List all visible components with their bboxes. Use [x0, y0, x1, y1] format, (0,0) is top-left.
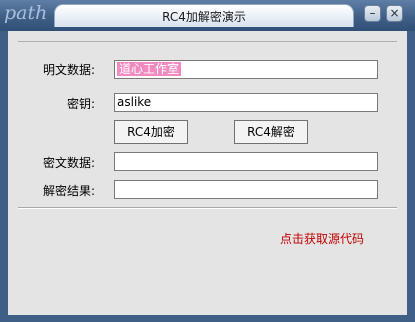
ciphertext-label: 密文数据: — [42, 156, 95, 170]
key-input[interactable]: aslike — [114, 93, 378, 112]
window-frame-bottom — [0, 315, 415, 322]
result-label: 解密结果: — [42, 184, 95, 198]
rc4-decrypt-button[interactable]: RC4解密 — [234, 120, 308, 144]
path-logo: path — [4, 2, 48, 24]
plaintext-label: 明文数据: — [42, 63, 95, 77]
title-tab: RC4加解密演示 — [54, 4, 354, 27]
plaintext-value: 道心工作室 — [117, 62, 182, 76]
app-window: path RC4加解密演示 – × 明文数据: 道心工作室 密钥: aslike… — [0, 0, 415, 322]
window-frame-left — [0, 31, 8, 322]
rc4-encrypt-button[interactable]: RC4加密 — [114, 120, 188, 144]
plaintext-input[interactable]: 道心工作室 — [114, 60, 378, 79]
get-source-link[interactable]: 点击获取源代码 — [280, 230, 364, 247]
key-value: aslike — [117, 95, 152, 109]
minimize-icon[interactable]: – — [364, 5, 381, 22]
close-icon[interactable]: × — [386, 5, 403, 22]
ciphertext-input[interactable] — [114, 152, 378, 171]
window-title: RC4加解密演示 — [162, 10, 246, 24]
window-frame-right — [407, 31, 415, 322]
result-input[interactable] — [114, 180, 378, 199]
title-bar[interactable]: path RC4加解密演示 – × — [0, 0, 415, 31]
key-label: 密钥: — [66, 97, 95, 111]
group-divider — [18, 207, 397, 208]
